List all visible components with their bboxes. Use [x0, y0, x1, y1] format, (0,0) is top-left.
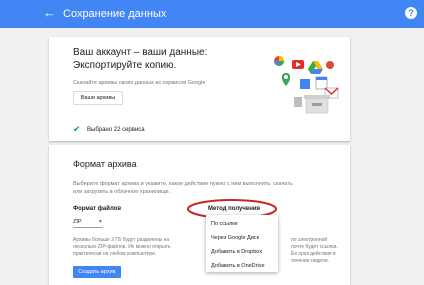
- file-format-value: ZIP: [73, 219, 82, 225]
- file-format-label: Формат файлов: [73, 206, 122, 212]
- caret-down-icon: ▼: [98, 219, 103, 225]
- selected-services-count[interactable]: Выбрано 22 сервиса: [87, 127, 145, 133]
- delivery-method-dropdown[interactable]: По ссылке Через Google Диск Добавить в D…: [206, 215, 278, 272]
- document-icon: [294, 97, 302, 107]
- split-note: Архивы больше 2 ГБ будут разделены на не…: [73, 237, 171, 257]
- calendar-icon: [315, 76, 328, 90]
- help-icon[interactable]: ?: [405, 7, 417, 19]
- section-title: Формат архива: [73, 159, 137, 169]
- maps-icon: [281, 73, 291, 86]
- delivery-note: по электронной почте будет ссылка. Ее ср…: [291, 237, 338, 264]
- delivery-option-dropbox[interactable]: Добавить в Dropbox: [211, 249, 262, 255]
- delivery-option-onedrive[interactable]: Добавить в OneDrive: [211, 263, 265, 269]
- check-icon: ✔: [73, 124, 81, 134]
- drive-icon: [308, 61, 323, 74]
- hero-title: Ваш аккаунт – ваши данные: Экспортируйте…: [73, 46, 207, 72]
- delivery-option-drive[interactable]: Через Google Диск: [211, 235, 259, 241]
- page-title: Сохранение данных: [63, 8, 167, 20]
- youtube-icon: [292, 60, 304, 69]
- archive-box-icon: [304, 95, 330, 114]
- your-archives-button[interactable]: Ваши архивы: [73, 91, 123, 105]
- services-illustration: [274, 56, 339, 114]
- hero-title-line1: Ваш аккаунт – ваши данные:: [73, 47, 208, 58]
- delivery-option-link[interactable]: По ссылке: [211, 221, 238, 227]
- contacts-icon: [300, 79, 310, 89]
- format-description: Выберите формат архива и укажите, какое …: [73, 181, 293, 195]
- create-archive-button[interactable]: Создать архив: [73, 266, 121, 278]
- hero-title-line2: Экспортируйте копию.: [73, 60, 177, 71]
- google-plus-icon: [326, 61, 334, 69]
- app-bar: ← Сохранение данных ?: [0, 0, 424, 28]
- hero-description: Скачайте архивы своих данных из сервисов…: [73, 80, 206, 86]
- file-format-select[interactable]: ZIP ▼: [73, 217, 103, 228]
- back-arrow-icon[interactable]: ←: [43, 6, 56, 20]
- photos-icon: [274, 56, 284, 66]
